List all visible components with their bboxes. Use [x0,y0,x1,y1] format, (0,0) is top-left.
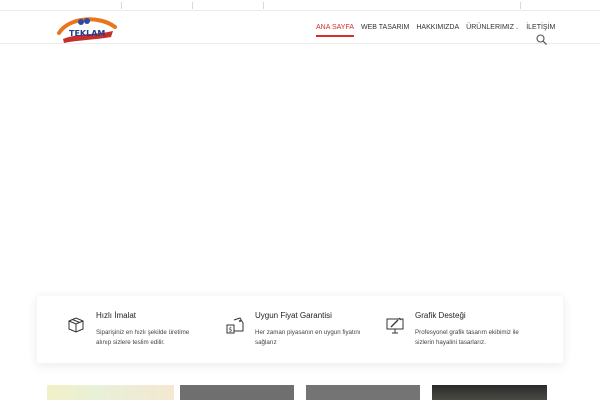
nav-item-urunlerimiz[interactable]: ÜRÜNLERIMIZ⌄ [466,24,519,37]
logo-graphic: TEKLAM [57,17,117,43]
feature-description: Siparişiniz en hızlı şekilde üretime alı… [96,328,189,348]
feature-desc-line: Siparişiniz en hızlı şekilde üretime [96,329,190,336]
svg-text:$: $ [229,327,233,334]
product-thumbnail[interactable] [306,385,420,400]
topbar-divider [520,2,521,9]
logo-text: TEKLAM [69,29,105,38]
topbar-divider [121,2,122,9]
feature-description: Profesyonel grafik tasarım ekibimiz ile … [415,328,519,348]
nav-item-hakkimizda[interactable]: HAKKIMIZDA [416,24,459,37]
search-icon[interactable] [536,34,547,45]
feature-desc-line: alınıp sizlere teslim edilir. [96,339,165,346]
hero-slider [0,45,600,285]
feature-desc-line: sağlarız [255,339,277,346]
feature-description: Her zaman piyasanın en uygun fiyatını sa… [255,328,361,348]
feature-desc-line: Profesyonel grafik tasarım ekibimiz ile [415,329,519,336]
site-logo[interactable]: TEKLAM [55,13,117,45]
monitor-design-icon [386,317,404,334]
price-tag-icon: $ [226,317,244,334]
feature-hizli-imalat: Hızlı İmalat Siparişiniz en hızlı şekild… [67,296,227,363]
feature-title: Grafik Desteği [415,311,466,320]
nav-item-ana-sayfa[interactable]: ANA SAYFA [316,24,354,37]
feature-desc-line: Her zaman piyasanın en uygun fiyatını [255,329,361,336]
topbar-divider [263,2,264,9]
features-panel: Hızlı İmalat Siparişiniz en hızlı şekild… [37,296,563,363]
product-thumbnail[interactable] [47,385,174,400]
chevron-down-icon: ⌄ [515,25,520,31]
feature-grafik-destegi: Grafik Desteği Profesyonel grafik tasarı… [386,296,556,363]
topbar-divider [192,2,193,9]
product-thumbnail[interactable] [180,385,294,400]
feature-uygun-fiyat: $ Uygun Fiyat Garantisi Her zaman piyasa… [226,296,386,363]
box-icon [68,317,84,333]
site-header: TEKLAM ANA SAYFA WEB TASARIM HAKKIMIZDA … [0,11,600,45]
main-nav: ANA SAYFA WEB TASARIM HAKKIMIZDA ÜRÜNLER… [316,24,562,44]
nav-item-web-tasarim[interactable]: WEB TASARIM [361,24,409,37]
product-thumbnails [0,384,600,400]
product-thumbnail[interactable] [432,385,547,400]
feature-title: Hızlı İmalat [96,311,137,320]
top-utility-bar [0,0,600,11]
feature-title: Uygun Fiyat Garantisi [255,311,332,320]
feature-desc-line: sizlerin hayalini tasarlarız. [415,339,486,346]
nav-item-label: ÜRÜNLERIMIZ [466,24,514,31]
